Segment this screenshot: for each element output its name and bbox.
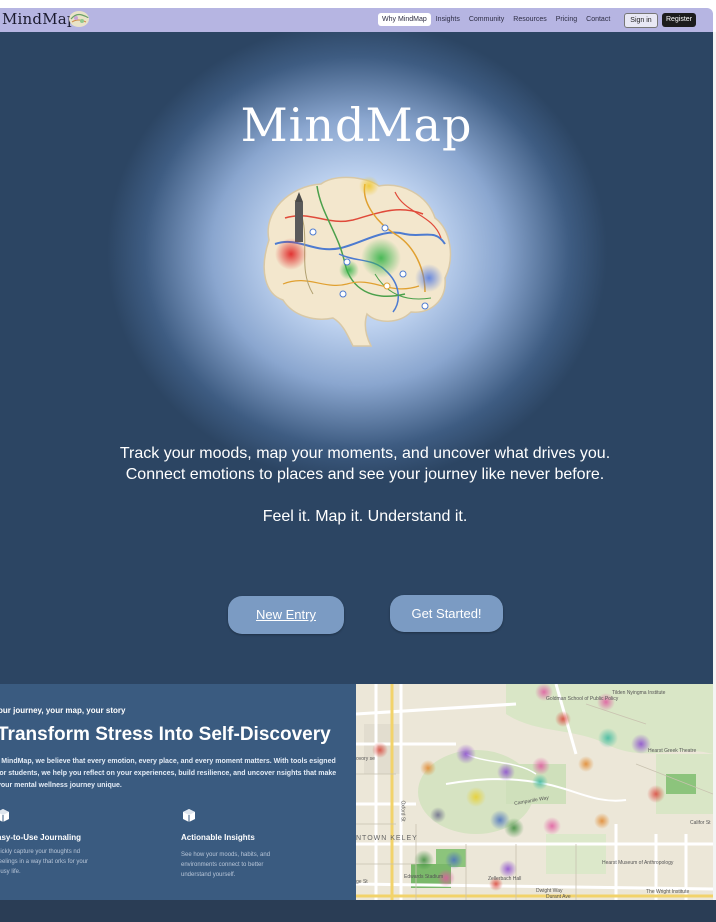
brain-logo-icon	[69, 11, 89, 27]
brain-map-illustration	[263, 176, 452, 347]
cube-icon	[183, 809, 195, 822]
map-label-california-st: Califor St	[690, 820, 711, 826]
map-label-goldman: Goldman School of Public Policy	[546, 696, 619, 702]
nav-link-resources[interactable]: Resources	[509, 13, 550, 26]
hero-motto: Feel it. Map it. Understand it.	[262, 508, 468, 525]
hero-tagline-line2: Connect emotions to places and see your …	[125, 466, 605, 483]
get-started-button[interactable]: Get Started!	[390, 595, 503, 632]
nav-link-community[interactable]: Community	[465, 13, 508, 26]
top-navbar: MindMap Why MindMap Insights Community R…	[0, 8, 713, 32]
nav-link-contact[interactable]: Contact	[582, 13, 614, 26]
footer-strip	[0, 900, 716, 922]
map-label-wright-institute: The Wright Institute	[646, 889, 690, 895]
map-label-dwight-way: Dwight Way	[536, 888, 563, 894]
page: MindMap Why MindMap Insights Community R…	[0, 0, 716, 922]
feature-section: our journey, your map, your story Transf…	[0, 684, 356, 900]
card-text-insights: See how your moods, habits, and environm…	[181, 852, 271, 878]
hero-section: MindMap Track your moods, map your momen…	[0, 32, 713, 684]
feature-body: t MindMap, we believe that every emotion…	[0, 758, 337, 789]
hero-title: MindMap	[240, 98, 473, 152]
map-canvas	[356, 684, 713, 900]
map-label-greek-theatre: Hearst Greek Theatre	[648, 748, 697, 754]
feature-eyebrow: our journey, your map, your story	[0, 706, 126, 715]
map-label-zellerbach-hall: Zellerbach Hall	[488, 876, 522, 882]
card-title-insights: Actionable Insights	[181, 833, 255, 842]
campus-mood-map[interactable]: Goldman School of Public Policy Tilden N…	[356, 684, 713, 900]
nav-link-pricing[interactable]: Pricing	[552, 13, 581, 26]
map-label-oxford-st: Oxford St	[399, 800, 406, 822]
map-label-st: ge St	[356, 879, 368, 885]
register-button[interactable]: Register	[662, 13, 696, 27]
card-text-journaling: uickly capture your thoughts nd feelings…	[0, 849, 89, 875]
map-label-hearst-museum: Hearst Museum of Anthropology	[602, 860, 674, 866]
map-label-edwards-stadium: Edwards Stadium	[404, 874, 444, 880]
hero-tagline-line1: Track your moods, map your moments, and …	[119, 445, 611, 462]
nav-link-why-mindmap[interactable]: Why MindMap	[378, 13, 431, 26]
card-title-journaling: asy-to-Use Journaling	[0, 833, 82, 842]
new-entry-button[interactable]: New Entry	[228, 596, 344, 634]
hero-tagline: Track your moods, map your moments, and …	[0, 443, 716, 485]
map-label-tilden: Tilden Nyingma Institute	[612, 690, 666, 696]
nav-link-insights[interactable]: Insights	[432, 13, 464, 26]
map-label-ovory: ovory se	[356, 756, 375, 762]
brand-name[interactable]: MindMap	[2, 10, 77, 28]
feature-title: Transform Stress Into Self-Discovery	[0, 724, 331, 745]
map-label-downtown-berkeley: NTOWN KELEY	[356, 835, 418, 842]
sign-in-button[interactable]: Sign in	[624, 13, 658, 28]
nav-links: Why MindMap Insights Community Resources…	[378, 13, 615, 26]
cube-icon	[0, 809, 9, 822]
